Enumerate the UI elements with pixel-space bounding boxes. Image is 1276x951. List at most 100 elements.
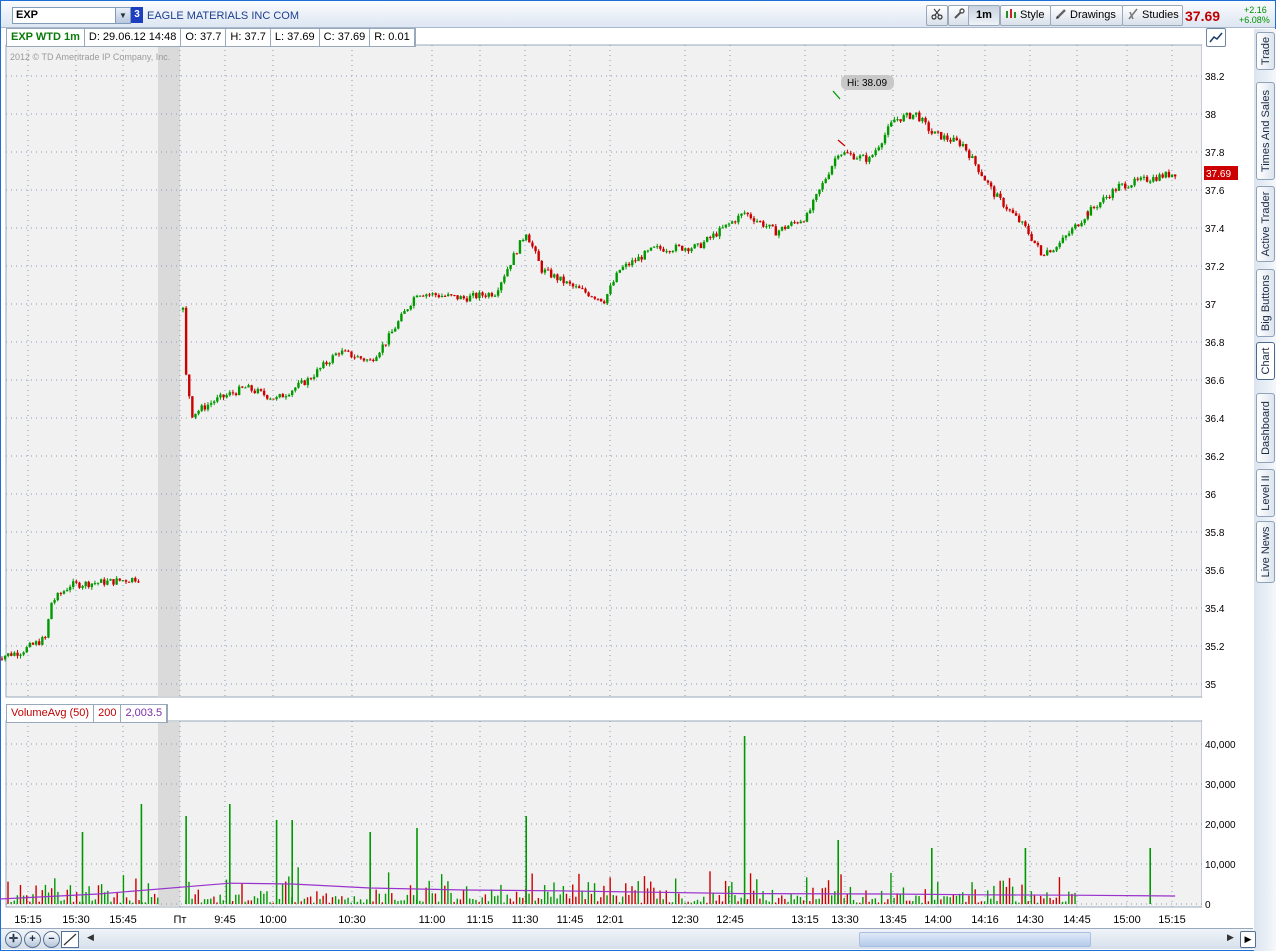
candle-body <box>525 234 528 240</box>
candle-body <box>1042 255 1046 257</box>
candle-body <box>447 294 450 297</box>
candle-body <box>899 119 902 122</box>
candle-body <box>459 296 462 300</box>
candle-body <box>968 150 971 158</box>
candle-body <box>1064 235 1068 238</box>
candle-body <box>915 112 918 115</box>
candle-body <box>362 358 366 361</box>
candle-body <box>6 653 10 656</box>
volume-study-name[interactable]: VolumeAvg (50) <box>7 705 95 722</box>
expand-chart-button[interactable] <box>1206 28 1226 47</box>
candle-body <box>543 269 547 273</box>
candle-body <box>415 295 419 298</box>
candle-body <box>1102 197 1105 203</box>
time-tick-label: 12:01 <box>596 914 624 926</box>
candle-body <box>272 398 275 400</box>
candle-body <box>737 215 740 223</box>
candle-body <box>1170 174 1174 177</box>
candle-body <box>127 581 131 583</box>
tab-chart-label: Chart <box>1259 347 1272 375</box>
candle-body <box>334 353 338 356</box>
tab-big-buttons[interactable]: Big Buttons <box>1256 269 1275 337</box>
candle-body <box>861 155 865 157</box>
candle-body <box>300 380 303 383</box>
candle-body <box>496 290 500 296</box>
candle-body <box>181 307 185 310</box>
candle-body <box>787 225 790 229</box>
candle-body <box>234 393 238 395</box>
candle-body <box>1108 196 1111 198</box>
tab-active-trader-label: Active Trader <box>1259 191 1272 257</box>
candle-body <box>1114 189 1118 191</box>
candle-body <box>696 243 699 245</box>
candle-body <box>68 586 72 590</box>
scroll-left-icon[interactable]: ◀ <box>87 932 94 943</box>
draw-line-icon[interactable] <box>61 931 79 948</box>
candle-body <box>805 213 809 222</box>
price-tick-label: 35.8 <box>1205 528 1225 539</box>
tab-times-and-sales[interactable]: Times And Sales <box>1256 82 1275 180</box>
chart-title[interactable]: EXP WTD 1m <box>7 29 85 46</box>
candle-body <box>225 395 228 398</box>
info-high: H: 37.7 <box>226 29 271 46</box>
candle-body <box>118 578 121 581</box>
chart-area[interactable]: 38.2 38 37.8 37.6 37.4 37.2 37 36.8 36.6 36.4 36.2… <box>0 0 1254 928</box>
candle-body <box>852 154 855 160</box>
candle-body <box>837 155 840 159</box>
candle-body <box>1074 224 1077 229</box>
candle-body <box>780 226 784 231</box>
candle-body <box>621 266 625 270</box>
pan-icon[interactable]: ✛ <box>5 931 22 948</box>
candle-body <box>109 579 112 581</box>
tab-level-ii[interactable]: Level II <box>1256 469 1275 517</box>
candle-body <box>690 248 693 252</box>
expand-time-icon[interactable]: ▶ <box>1240 931 1256 948</box>
candle-body <box>450 294 453 296</box>
candle-body <box>1077 224 1080 227</box>
candle-body <box>194 413 197 418</box>
candle-body <box>1161 174 1164 178</box>
candle-body <box>596 298 600 300</box>
tab-live-news[interactable]: Live News <box>1256 521 1275 583</box>
candle-body <box>727 223 731 225</box>
candle-body <box>203 405 207 410</box>
candle-body <box>902 115 905 122</box>
candle-body <box>1139 177 1143 180</box>
candle-body <box>253 390 256 394</box>
candle-body <box>652 246 656 248</box>
candle-body <box>1136 178 1139 180</box>
candle-body <box>250 385 253 391</box>
candle-body <box>121 580 125 582</box>
candle-body <box>244 387 247 389</box>
candle-body <box>1061 237 1065 243</box>
candle-body <box>13 652 16 656</box>
candle-body <box>134 577 137 582</box>
candle-body <box>946 135 949 140</box>
candle-body <box>553 274 556 278</box>
candle-body <box>493 295 497 297</box>
candle-body <box>1120 183 1124 185</box>
candle-body <box>1033 240 1036 243</box>
candle-body <box>908 112 912 119</box>
time-tick-label: 15:00 <box>1113 914 1141 926</box>
candle-body <box>905 112 909 116</box>
candle-body <box>762 221 765 227</box>
candle-body <box>933 131 937 134</box>
candle-body <box>287 394 291 397</box>
candle-body <box>375 357 378 361</box>
candle-body <box>381 344 384 353</box>
time-scrollbar-thumb[interactable] <box>859 932 1091 947</box>
candle-body <box>521 239 525 241</box>
scroll-right-icon[interactable]: ▶ <box>1227 932 1234 943</box>
zoom-out-icon[interactable]: − <box>43 931 60 948</box>
candle-body <box>112 579 115 585</box>
candle-body <box>400 313 403 322</box>
candle-body <box>599 298 603 302</box>
candle-body <box>222 394 225 398</box>
tab-trade[interactable]: Trade <box>1256 32 1275 70</box>
tab-dashboard[interactable]: Dashboard <box>1256 393 1275 463</box>
tab-active-trader[interactable]: Active Trader <box>1256 186 1275 262</box>
tab-chart[interactable]: Chart <box>1256 342 1275 380</box>
zoom-in-icon[interactable]: + <box>24 931 41 948</box>
price-tick-label: 35.4 <box>1205 604 1225 615</box>
